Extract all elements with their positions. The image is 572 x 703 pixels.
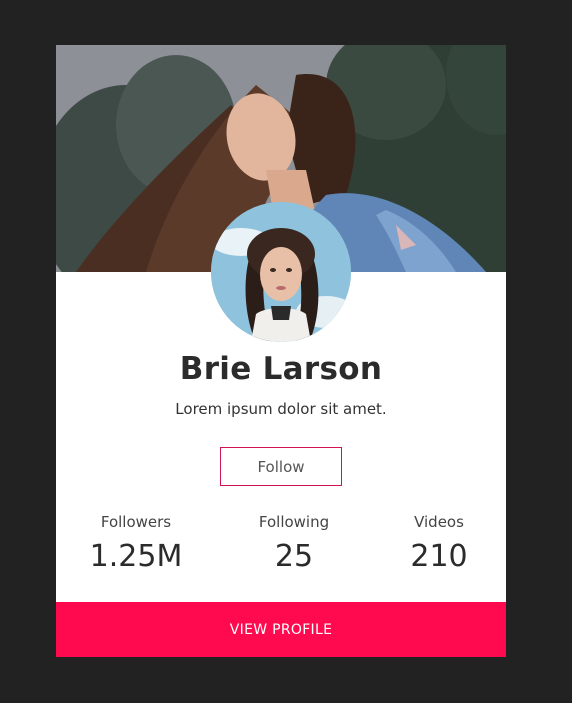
profile-name: Brie Larson — [179, 351, 383, 387]
view-profile-button[interactable]: VIEW PROFILE — [56, 602, 506, 657]
avatar — [211, 202, 351, 342]
stat-value: 25 — [274, 539, 314, 574]
stat-following: Following 25 — [219, 513, 369, 574]
profile-card: Brie Larson Lorem ipsum dolor sit amet. … — [56, 45, 506, 657]
stat-value: 210 — [410, 539, 468, 574]
stat-label: Following — [258, 513, 330, 531]
stat-followers: Followers 1.25M — [61, 513, 211, 574]
stat-label: Followers — [100, 513, 172, 531]
stat-videos: Videos 210 — [364, 513, 506, 574]
stat-value: 1.25M — [89, 539, 183, 574]
follow-button[interactable]: Follow — [220, 447, 342, 486]
profile-bio: Lorem ipsum dolor sit amet. — [175, 400, 387, 418]
stat-label: Videos — [414, 513, 464, 531]
